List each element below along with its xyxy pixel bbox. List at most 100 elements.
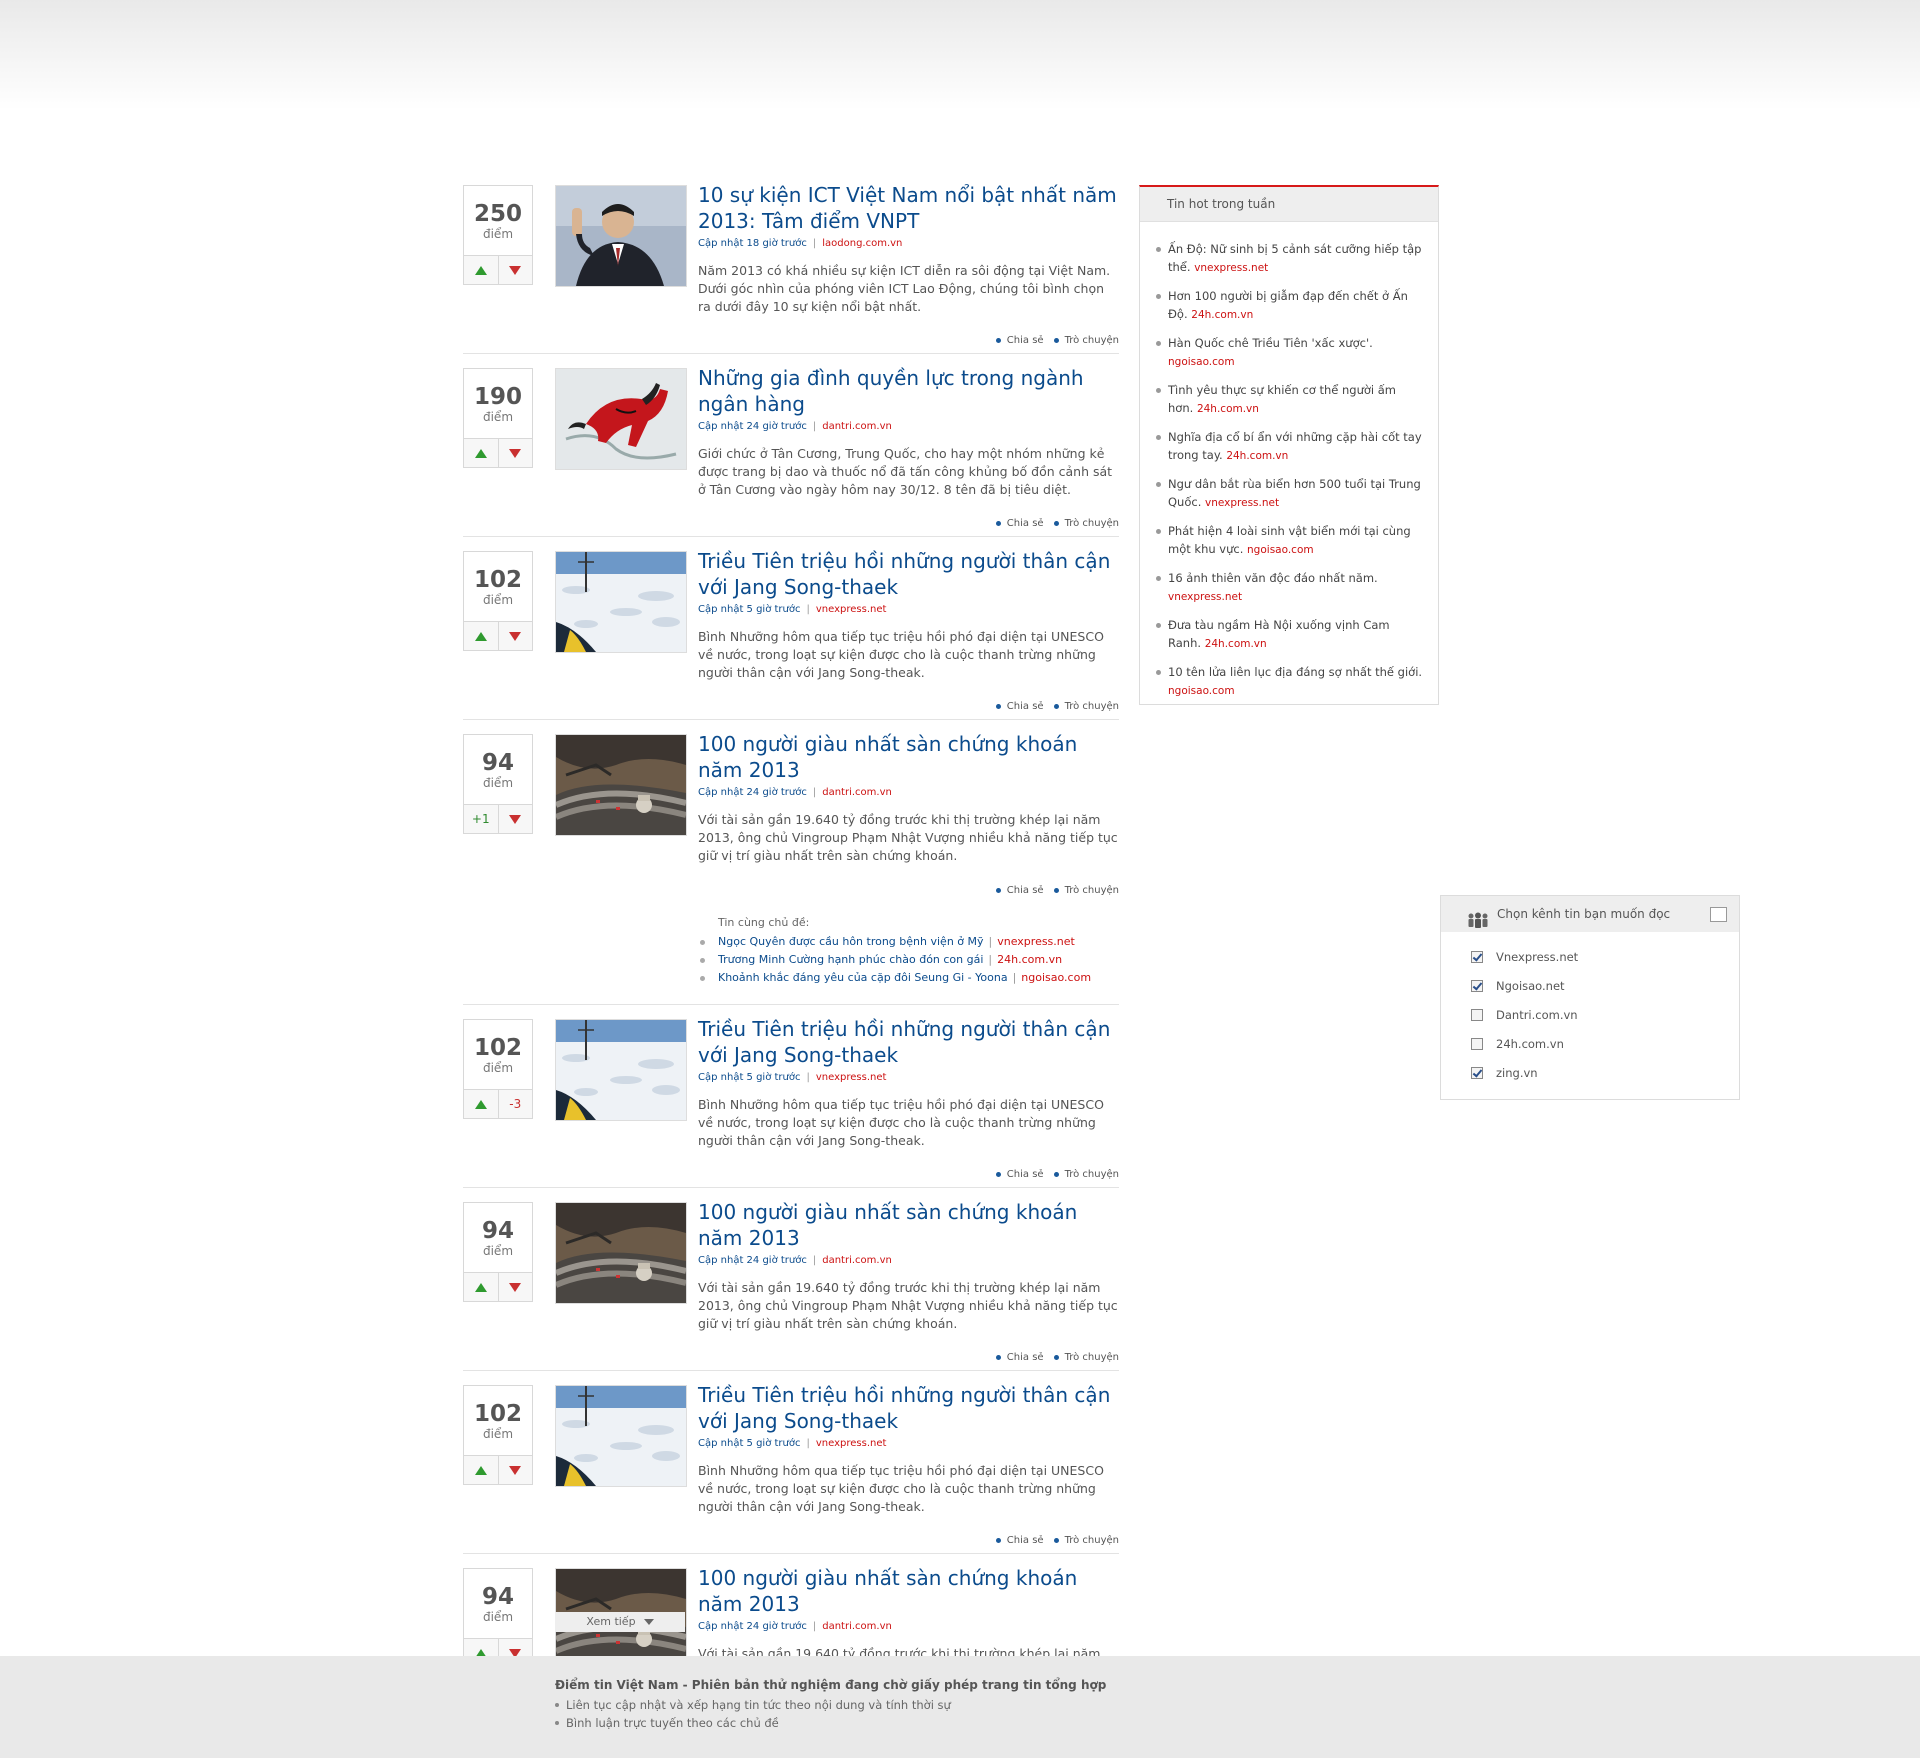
share-link[interactable]: Chia sẻ (996, 335, 1044, 346)
article-title-link[interactable]: 100 người giàu nhất sàn chứng khoán năm … (698, 1199, 1119, 1251)
article-title-link[interactable]: 100 người giàu nhất sàn chứng khoán năm … (698, 731, 1119, 783)
hot-news-item[interactable]: Phát hiện 4 loài sinh vật biển mới tại c… (1156, 522, 1424, 559)
meta-divider: | (988, 953, 993, 966)
chat-link[interactable]: Trò chuyện (1054, 701, 1119, 712)
vote-down-button[interactable] (497, 622, 533, 650)
vote-up-button[interactable] (464, 256, 498, 284)
channel-option[interactable]: zing.vn (1471, 1058, 1739, 1087)
vote-down-button[interactable] (497, 256, 533, 284)
caret-down-icon (643, 1619, 654, 1625)
hot-news-title: Tin hot trong tuần (1140, 187, 1438, 222)
article-meta: Cập nhật 5 giờ trước | vnexpress.net (698, 1437, 1119, 1451)
channel-option[interactable]: Ngoisao.net (1471, 971, 1739, 1000)
chat-link[interactable]: Trò chuyện (1054, 1535, 1119, 1546)
hot-news-item[interactable]: 16 ảnh thiên văn độc đáo nhất năm. vnexp… (1156, 569, 1424, 606)
article-title-link[interactable]: Những gia đình quyền lực trong ngành ngâ… (698, 365, 1119, 417)
channel-checkbox[interactable] (1471, 1008, 1483, 1021)
chat-link[interactable]: Trò chuyện (1054, 335, 1119, 346)
meta-divider: | (988, 935, 993, 948)
arrow-down-icon (509, 814, 522, 824)
article-item: 94 điểm +1 100 người giàu nhất sàn chứng kh… (463, 731, 1119, 1005)
footer-item: Liên tục cập nhật và xếp hạng tin tức th… (555, 1696, 1106, 1714)
chat-link[interactable]: Trò chuyện (1054, 518, 1119, 529)
share-link[interactable]: Chia sẻ (996, 1535, 1044, 1546)
share-link[interactable]: Chia sẻ (996, 1352, 1044, 1363)
vote-up-button[interactable] (464, 1456, 498, 1484)
vote-up-button[interactable] (464, 439, 498, 467)
chat-link[interactable]: Trò chuyện (1054, 1169, 1119, 1180)
article-title-link[interactable]: Triều Tiên triệu hồi những người thân cậ… (698, 1382, 1119, 1434)
meta-divider: | (812, 421, 817, 432)
hot-news-item[interactable]: Tình yêu thực sự khiến cơ thể người ấm h… (1156, 381, 1424, 418)
article-title-link[interactable]: Triều Tiên triệu hồi những người thân cậ… (698, 548, 1119, 600)
vote-down-button[interactable] (497, 1456, 533, 1484)
vote-down-button[interactable] (497, 439, 533, 467)
channel-label: Ngoisao.net (1496, 978, 1565, 993)
channel-checkbox[interactable] (1471, 1037, 1483, 1050)
vote-down-button[interactable]: -3 (497, 1090, 533, 1118)
arrow-down-icon (509, 1465, 522, 1475)
article-source-link[interactable]: vnexpress.net (816, 604, 887, 615)
related-item[interactable]: Khoảnh khắc đáng yêu của cặp đôi Seung G… (700, 969, 1118, 987)
related-item[interactable]: Ngọc Quyên được cầu hôn trong bệnh viện … (700, 933, 1118, 951)
score-value: 94 (481, 1584, 514, 1610)
article-body: Triều Tiên triệu hồi những người thân cậ… (698, 1382, 1119, 1516)
article-thumbnail[interactable] (555, 734, 687, 836)
article-thumbnail[interactable] (555, 1385, 687, 1487)
article-source-link[interactable]: dantri.com.vn (822, 1621, 892, 1632)
share-link[interactable]: Chia sẻ (996, 701, 1044, 712)
article-source-link[interactable]: laodong.com.vn (822, 238, 902, 249)
vote-up-button[interactable] (464, 622, 498, 650)
channel-option[interactable]: 24h.com.vn (1471, 1029, 1739, 1058)
score-unit: điểm (482, 776, 514, 790)
vote-up-button[interactable]: +1 (464, 805, 498, 833)
vote-up-button[interactable] (464, 1090, 498, 1118)
article-title-link[interactable]: Triều Tiên triệu hồi những người thân cậ… (698, 1016, 1119, 1068)
minimize-icon[interactable] (1710, 907, 1727, 922)
article-summary: Bình Nhưỡng hôm qua tiếp tục triệu hồi p… (698, 1463, 1104, 1514)
hot-news-item[interactable]: Hàn Quốc chê Triều Tiên 'xấc xược'. ngoi… (1156, 334, 1424, 371)
hot-news-item[interactable]: Ấn Độ: Nữ sinh bị 5 cảnh sát cưỡng hiếp … (1156, 240, 1424, 277)
article-source-link[interactable]: vnexpress.net (816, 1438, 887, 1449)
vote-up-button[interactable] (464, 1273, 498, 1301)
related-item[interactable]: Trương Minh Cường hạnh phúc chào đón con… (700, 951, 1118, 969)
channel-checkbox[interactable] (1471, 1066, 1483, 1079)
article-thumbnail[interactable] (555, 185, 687, 287)
hot-news-item[interactable]: Hơn 100 người bị giẫm đạp đến chết ở Ấn … (1156, 287, 1424, 324)
hot-news-item[interactable]: Nghĩa địa cổ bí ẩn với những cặp hài cốt… (1156, 428, 1424, 465)
related-item-title: Ngọc Quyên được cầu hôn trong bệnh viện … (718, 935, 984, 948)
meta-divider: | (806, 1438, 810, 1449)
article-source-link[interactable]: dantri.com.vn (822, 1255, 892, 1266)
score-unit: điểm (482, 1427, 514, 1441)
chat-link[interactable]: Trò chuyện (1054, 1352, 1119, 1363)
hot-news-item[interactable]: 10 tên lửa liên lục địa đáng sợ nhất thế… (1156, 663, 1424, 700)
channel-checkbox[interactable] (1471, 979, 1483, 992)
load-more-button[interactable]: Xem tiếp (555, 1612, 685, 1632)
score-box: 102 điểm (463, 1385, 533, 1485)
score-value: 94 (481, 750, 514, 776)
article-thumbnail[interactable] (555, 551, 687, 653)
hot-news-item[interactable]: Đưa tàu ngầm Hà Nội xuống vịnh Cam Ranh.… (1156, 616, 1424, 653)
share-link[interactable]: Chia sẻ (996, 518, 1044, 529)
article-thumbnail[interactable] (555, 1019, 687, 1121)
article-title-link[interactable]: 10 sự kiện ICT Việt Nam nổi bật nhất năm… (698, 182, 1119, 234)
article-thumbnail[interactable] (555, 1202, 687, 1304)
article-summary: Với tài sản gần 19.640 tỷ đồng trước khi… (698, 812, 1118, 863)
article-source-link[interactable]: vnexpress.net (816, 1072, 887, 1083)
article-source-link[interactable]: dantri.com.vn (822, 787, 892, 798)
article-source-link[interactable]: dantri.com.vn (822, 421, 892, 432)
hot-news-item[interactable]: Ngư dân bắt rùa biển hơn 500 tuổi tại Tr… (1156, 475, 1424, 512)
vote-down-button[interactable] (497, 805, 533, 833)
channel-option[interactable]: Vnexpress.net (1471, 942, 1739, 971)
chat-link[interactable]: Trò chuyện (1054, 885, 1119, 896)
article-title-link[interactable]: 100 người giàu nhất sàn chứng khoán năm … (698, 1565, 1119, 1617)
score-box: 94 điểm +1 (463, 734, 533, 834)
article-thumbnail[interactable] (555, 368, 687, 470)
people-icon (1467, 906, 1489, 942)
channel-option[interactable]: Dantri.com.vn (1471, 1000, 1739, 1029)
article-item: 190 điểm Những gia đình quyền lực trong ng… (463, 365, 1119, 537)
share-link[interactable]: Chia sẻ (996, 885, 1044, 896)
share-link[interactable]: Chia sẻ (996, 1169, 1044, 1180)
vote-down-button[interactable] (497, 1273, 533, 1301)
channel-checkbox[interactable] (1471, 950, 1483, 963)
